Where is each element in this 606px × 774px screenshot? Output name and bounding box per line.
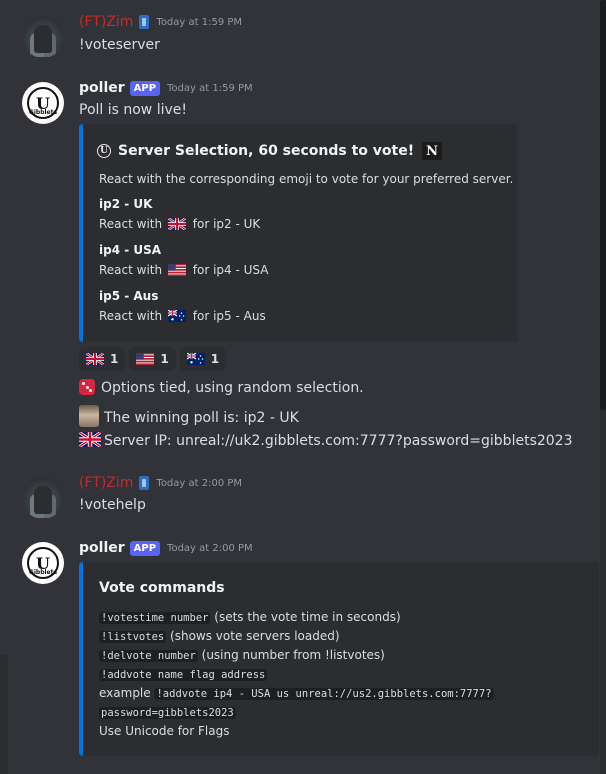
app-badge: APP xyxy=(129,80,161,96)
portrait-emoji-icon xyxy=(79,405,99,427)
help-embed: Vote commands !votestime number (sets th… xyxy=(79,562,599,756)
followup-line: Server IP: unreal://uk2.gibblets.com:777… xyxy=(79,432,573,449)
scrollbar-thumb[interactable] xyxy=(600,0,606,410)
unreal-logo-icon: U xyxy=(97,144,111,158)
timestamp: Today at 1:59 PM xyxy=(167,82,253,94)
dice-icon xyxy=(79,379,95,395)
avatar-label: Gibblets xyxy=(28,569,58,576)
followup-line: The winning poll is: ip2 - UK xyxy=(79,405,299,427)
uk-flag-icon xyxy=(86,353,104,365)
embed-title: Server Selection, 60 seconds to vote! xyxy=(118,143,415,159)
flags-note: Use Unicode for Flags xyxy=(99,724,230,738)
command-line: !delvote number (using number from !list… xyxy=(99,648,385,662)
sidebar-edge xyxy=(0,655,8,774)
timestamp: Today at 2:00 PM xyxy=(167,542,253,554)
reaction-count: 1 xyxy=(210,352,220,366)
au-flag-icon xyxy=(186,353,205,365)
timestamp: Today at 2:00 PM xyxy=(156,477,243,489)
phone-badge-icon xyxy=(139,15,150,29)
message-text: !voteserver xyxy=(79,37,160,53)
field-value: React with for ip4 - USA xyxy=(99,263,269,277)
uk-flag-icon xyxy=(79,432,101,447)
command-line: !votestime number (sets the vote time in… xyxy=(99,610,401,624)
example-line-cont: password=gibblets2023 xyxy=(99,707,236,719)
reaction-uk[interactable]: 1 xyxy=(79,347,126,371)
embed-title: Vote commands xyxy=(99,580,225,596)
user-avatar[interactable] xyxy=(22,477,64,519)
embed-description: React with the corresponding emoji to vo… xyxy=(99,172,514,186)
username[interactable]: poller xyxy=(79,80,125,96)
scrollbar-track[interactable] xyxy=(600,0,606,774)
us-flag-icon xyxy=(167,264,186,276)
uk-flag-icon xyxy=(167,218,186,230)
field-name: ip5 - Aus xyxy=(99,289,159,303)
username[interactable]: poller xyxy=(79,540,125,556)
user-avatar[interactable] xyxy=(22,16,64,58)
followup-line: Options tied, using random selection. xyxy=(79,379,364,396)
timestamp: Today at 1:59 PM xyxy=(156,16,243,28)
command-line: !addvote name flag address xyxy=(99,669,268,681)
reactions: 1 1 1 xyxy=(79,347,227,371)
us-flag-icon xyxy=(136,353,155,365)
avatar-label: Gibblets xyxy=(28,109,58,116)
username[interactable]: (FT)Zim xyxy=(79,14,133,30)
message-text: Poll is now live! xyxy=(79,102,188,118)
message-text: !votehelp xyxy=(79,497,146,513)
field-name: ip4 - USA xyxy=(99,243,162,257)
reaction-us[interactable]: 1 xyxy=(129,347,176,371)
poll-embed: U Server Selection, 60 seconds to vote! … xyxy=(79,124,518,342)
reaction-count: 1 xyxy=(110,352,119,366)
command-line: !listvotes (shows vote servers loaded) xyxy=(99,629,340,643)
app-badge: APP xyxy=(129,540,161,556)
bot-avatar[interactable]: U Gibblets xyxy=(22,542,64,584)
username[interactable]: (FT)Zim xyxy=(79,475,133,491)
example-line: example !addvote ip4 - USA us unreal://u… xyxy=(99,686,494,700)
n-logo-icon: N xyxy=(422,142,443,160)
field-value: React with for ip5 - Aus xyxy=(99,309,266,323)
field-value: React with for ip2 - UK xyxy=(99,217,261,231)
phone-badge-icon xyxy=(139,476,150,490)
field-name: ip2 - UK xyxy=(99,197,153,211)
reaction-au[interactable]: 1 xyxy=(179,347,227,371)
reaction-count: 1 xyxy=(160,352,169,366)
au-flag-icon xyxy=(167,310,186,322)
bot-avatar[interactable]: U Gibblets xyxy=(22,82,64,124)
